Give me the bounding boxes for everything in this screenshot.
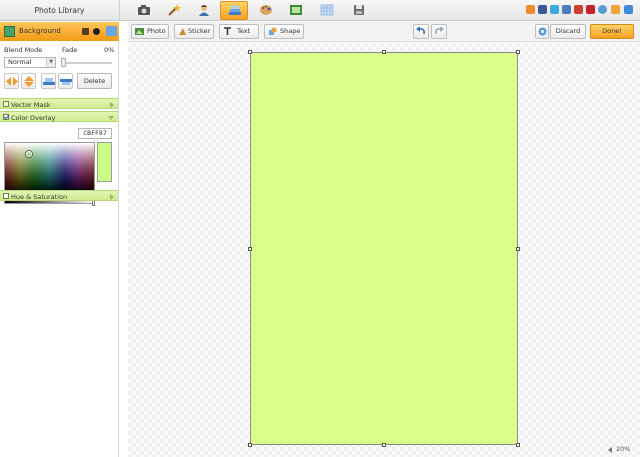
tab-layers[interactable] bbox=[220, 1, 248, 20]
layer-down-icon bbox=[43, 78, 55, 85]
layer-header[interactable]: Background bbox=[0, 22, 119, 41]
layer-properties-panel: Background Blend Mode Fade 0% Normal ▼ D… bbox=[0, 22, 119, 457]
magic-wand-icon bbox=[168, 4, 181, 16]
tab-save[interactable] bbox=[345, 1, 373, 20]
google-plus-icon[interactable] bbox=[574, 5, 583, 14]
facebook-icon[interactable] bbox=[538, 5, 547, 14]
color-overlay-label: Color Overlay bbox=[11, 113, 56, 122]
layer-thumbnail bbox=[4, 26, 15, 37]
fade-slider-thumb[interactable] bbox=[61, 58, 66, 67]
redo-icon bbox=[435, 27, 444, 35]
move-layer-up-button[interactable] bbox=[21, 73, 36, 89]
done-button[interactable]: Done! bbox=[590, 24, 634, 39]
fullscreen-icon[interactable] bbox=[624, 5, 633, 14]
help-button[interactable] bbox=[535, 24, 549, 39]
arrows-inward-icon bbox=[6, 77, 18, 86]
color-overlay-section[interactable]: Color Overlay bbox=[0, 111, 118, 122]
color-picker-field[interactable] bbox=[4, 142, 95, 196]
sticker-button-label: Sticker bbox=[188, 27, 211, 35]
photo-library-title[interactable]: Photo Library bbox=[0, 0, 120, 21]
discard-button[interactable]: Discard bbox=[550, 24, 586, 39]
layers-stack-icon[interactable] bbox=[106, 26, 117, 36]
bring-forward-button[interactable] bbox=[58, 73, 73, 89]
tab-decorate[interactable] bbox=[252, 1, 280, 20]
hue-saturation-label: Hue & Saturation bbox=[11, 192, 68, 201]
artboard[interactable] bbox=[250, 52, 518, 445]
home-icon[interactable] bbox=[526, 5, 535, 14]
chevron-right-icon bbox=[110, 102, 114, 108]
fade-label: Fade bbox=[62, 46, 78, 54]
resize-handle-top-left[interactable] bbox=[248, 50, 252, 54]
grid-icon bbox=[320, 4, 334, 16]
fade-slider-track[interactable] bbox=[62, 62, 112, 64]
photo-icon bbox=[135, 28, 144, 35]
tab-camera[interactable] bbox=[130, 1, 158, 20]
resize-handle-top-right[interactable] bbox=[516, 50, 520, 54]
tab-portrait[interactable] bbox=[190, 1, 218, 20]
help-circle-icon bbox=[538, 27, 547, 36]
add-text-button[interactable]: Text bbox=[219, 24, 259, 39]
undo-button[interactable] bbox=[413, 24, 429, 39]
palette-icon bbox=[260, 5, 272, 15]
myspace-icon[interactable] bbox=[562, 5, 571, 14]
shape-button-label: Shape bbox=[280, 27, 301, 35]
layer-name: Background bbox=[19, 27, 61, 35]
vector-mask-section[interactable]: Vector Mask bbox=[0, 98, 118, 109]
editor-toolbar: Photo Sticker Text Shape Discard bbox=[128, 22, 640, 42]
text-button-label: Text bbox=[237, 27, 251, 35]
add-shape-button[interactable]: Shape bbox=[264, 24, 304, 39]
email-icon[interactable] bbox=[611, 5, 620, 14]
color-picker-cursor[interactable] bbox=[26, 151, 32, 157]
picture-frame-icon bbox=[290, 5, 302, 15]
lock-icon[interactable] bbox=[82, 28, 89, 35]
blend-mode-value: Normal bbox=[8, 58, 32, 66]
add-photo-button[interactable]: Photo bbox=[131, 24, 169, 39]
visibility-icon[interactable] bbox=[93, 28, 100, 35]
hue-saturation-section[interactable]: Hue & Saturation bbox=[0, 190, 118, 201]
text-icon bbox=[224, 27, 231, 35]
pinterest-icon[interactable] bbox=[586, 5, 595, 14]
color-overlay-checkbox[interactable] bbox=[3, 114, 9, 120]
hex-color-input[interactable]: CBFF87 bbox=[78, 128, 112, 139]
add-sticker-button[interactable]: Sticker bbox=[174, 24, 214, 39]
camera-icon bbox=[138, 5, 150, 15]
resize-handle-bottom-right[interactable] bbox=[516, 443, 520, 447]
sticker-icon bbox=[179, 28, 186, 35]
blend-mode-label: Blend Mode bbox=[4, 46, 43, 54]
resize-handle-left[interactable] bbox=[248, 247, 252, 251]
resize-handle-bottom-left[interactable] bbox=[248, 443, 252, 447]
top-bar: Photo Library bbox=[0, 0, 640, 21]
chevron-right-icon bbox=[110, 194, 114, 200]
arrows-vertical-icon bbox=[24, 76, 34, 87]
blend-mode-select[interactable]: Normal ▼ bbox=[4, 57, 56, 68]
tab-effects[interactable] bbox=[160, 1, 188, 20]
save-icon bbox=[354, 5, 364, 15]
zoom-level: 20% bbox=[616, 445, 631, 453]
twitter-icon[interactable] bbox=[550, 5, 559, 14]
layer-up-icon bbox=[60, 79, 72, 85]
fade-value: 0% bbox=[104, 46, 115, 54]
tab-textures[interactable] bbox=[313, 1, 341, 20]
layers-icon bbox=[229, 6, 241, 15]
person-icon bbox=[199, 5, 209, 16]
chevron-down-icon bbox=[108, 116, 114, 120]
delete-layer-button[interactable]: Delete bbox=[77, 73, 112, 89]
send-backward-button[interactable] bbox=[41, 73, 56, 89]
shape-icon bbox=[269, 27, 277, 35]
resize-handle-right[interactable] bbox=[516, 247, 520, 251]
hue-saturation-checkbox[interactable] bbox=[3, 193, 9, 199]
vector-mask-label: Vector Mask bbox=[11, 100, 51, 109]
move-layer-down-button[interactable] bbox=[4, 73, 19, 89]
zoom-out-arrow-icon[interactable] bbox=[608, 447, 612, 453]
color-swatch bbox=[97, 142, 112, 182]
help-icon[interactable] bbox=[598, 5, 607, 14]
resize-handle-bottom[interactable] bbox=[382, 443, 386, 447]
resize-handle-top[interactable] bbox=[382, 50, 386, 54]
chevron-down-icon: ▼ bbox=[46, 58, 55, 67]
photo-button-label: Photo bbox=[147, 27, 166, 35]
tab-frames[interactable] bbox=[282, 1, 310, 20]
redo-button[interactable] bbox=[431, 24, 447, 39]
undo-icon bbox=[416, 27, 425, 35]
vector-mask-checkbox[interactable] bbox=[3, 101, 9, 107]
